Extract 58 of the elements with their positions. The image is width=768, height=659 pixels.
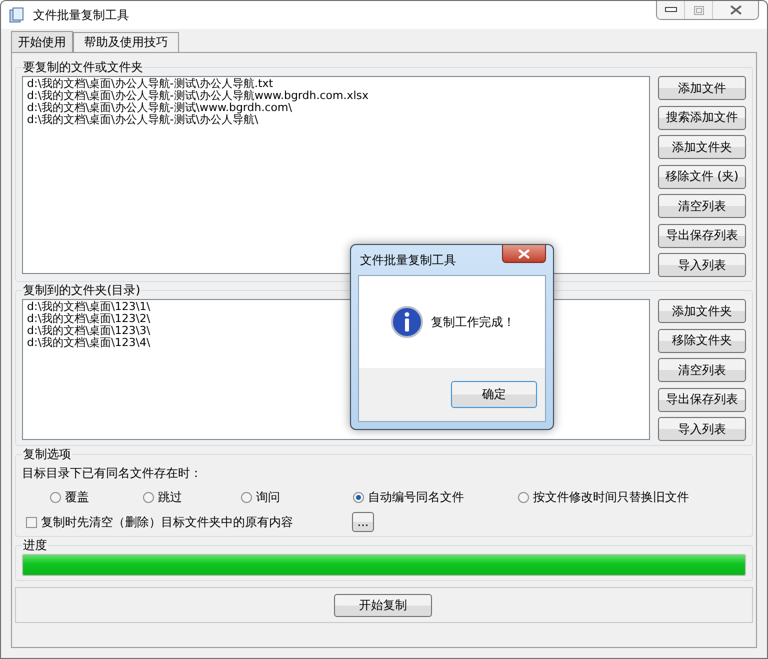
tab[interactable]: 帮助及使用技巧 [73, 32, 179, 52]
side-button[interactable]: 添加文件夹 [658, 135, 746, 159]
tab[interactable]: 开始使用 [11, 31, 73, 52]
group-label: 复制选项 [22, 446, 72, 463]
radio-option[interactable]: 自动编号同名文件 [353, 488, 518, 506]
side-button[interactable]: 清空列表 [658, 358, 746, 382]
radio-button[interactable] [143, 492, 154, 502]
radio-option[interactable]: 跳过 [143, 488, 241, 506]
group-label: 进度 [22, 537, 48, 554]
radio-button[interactable] [518, 492, 529, 502]
radio-option[interactable]: 询问 [241, 488, 353, 506]
window-title: 文件批量复制工具 [33, 6, 129, 24]
close-button[interactable] [502, 245, 546, 263]
radio-option[interactable]: 覆盖 [50, 488, 143, 506]
close-button[interactable] [713, 1, 758, 19]
side-button[interactable]: 移除文件夹 [658, 328, 746, 352]
list-item[interactable]: d:\我的文档\桌面\123\4\ [27, 337, 150, 349]
radio-label: 覆盖 [65, 488, 89, 506]
radio-label: 自动编号同名文件 [368, 488, 464, 506]
dialog-title: 文件批量复制工具 [360, 252, 456, 268]
group-label: 复制到的文件夹(目录) [22, 282, 142, 299]
checkbox[interactable] [26, 516, 37, 528]
radio-button[interactable] [50, 492, 61, 502]
list-item[interactable]: d:\我的文档\桌面\办公人导航-测试\办公人导航\ [27, 114, 258, 126]
list-item[interactable]: d:\我的文档\桌面\123\2\ [27, 313, 150, 325]
maximize-icon [694, 6, 704, 14]
minimize-icon [664, 7, 676, 13]
side-button[interactable]: 导入列表 [658, 417, 746, 441]
list-item[interactable]: d:\我的文档\桌面\123\1\ [27, 301, 150, 313]
start-copy-button[interactable]: 开始复制 [334, 594, 432, 616]
option-prompt: 目标目录下已有同名文件存在时： [22, 465, 203, 482]
close-icon [730, 5, 742, 15]
radio-label: 跳过 [158, 488, 182, 506]
more-button[interactable]: ... [352, 512, 374, 532]
side-button[interactable]: 移除文件 (夹) [658, 164, 746, 188]
side-button[interactable]: 导入列表 [658, 253, 746, 277]
radio-button[interactable] [353, 492, 364, 502]
side-button[interactable]: 导出保存列表 [658, 224, 746, 248]
radio-label: 询问 [256, 488, 280, 506]
ok-button[interactable]: 确定 [451, 381, 537, 408]
radio-button[interactable] [241, 492, 252, 502]
side-button[interactable]: 搜索添加文件 [658, 106, 746, 130]
side-button[interactable]: 添加文件 [658, 76, 746, 100]
group-label: 要复制的文件或文件夹 [22, 59, 144, 76]
list-item[interactable]: d:\我的文档\桌面\123\3\ [27, 325, 150, 337]
side-button[interactable]: 导出保存列表 [658, 388, 746, 412]
list-item[interactable]: d:\我的文档\桌面\办公人导航-测试\办公人导航www.bgrdh.com.xlsx [27, 90, 368, 102]
close-icon [518, 248, 530, 258]
checkbox-label: 复制时先清空（删除）目标文件夹中的原有内容 [41, 514, 293, 530]
info-icon [391, 306, 423, 338]
checkbox-option[interactable]: 复制时先清空（删除）目标文件夹中的原有内容 [26, 514, 352, 530]
dialog-message: 复制工作完成！ [431, 314, 515, 330]
app-icon [9, 7, 25, 23]
list-item[interactable]: d:\我的文档\桌面\办公人导航-测试\办公人导航.txt [27, 78, 274, 90]
side-button[interactable]: 清空列表 [658, 194, 746, 218]
side-button[interactable]: 添加文件夹 [658, 299, 746, 323]
list-item[interactable]: d:\我的文档\桌面\办公人导航-测试\www.bgrdh.com\ [27, 102, 292, 114]
minimize-button[interactable] [657, 1, 685, 19]
